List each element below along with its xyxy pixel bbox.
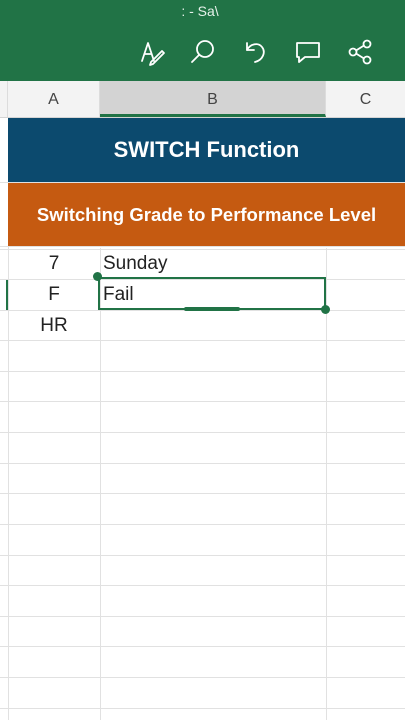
- banner-subtitle: Switching Grade to Performance Level: [8, 183, 405, 246]
- column-header-b[interactable]: B: [100, 81, 326, 117]
- share-icon[interactable]: [345, 37, 375, 67]
- cell-a-row-3[interactable]: HR: [8, 311, 100, 341]
- comment-icon[interactable]: [293, 37, 323, 67]
- cell-a-row-1[interactable]: 7: [8, 249, 100, 279]
- spreadsheet-grid[interactable]: SWITCH Function Switching Grade to Perfo…: [0, 118, 405, 720]
- selection-drag-bar[interactable]: [184, 307, 240, 311]
- undo-icon[interactable]: [240, 37, 270, 67]
- column-headers: A B C: [0, 81, 405, 118]
- cell-a-row-2[interactable]: F: [8, 280, 100, 310]
- active-row-marker: [6, 280, 8, 310]
- draw-pen-icon[interactable]: [136, 37, 166, 67]
- document-title: : - Sa\: [181, 3, 219, 19]
- banner-title: SWITCH Function: [8, 118, 405, 182]
- cell-b-row-1[interactable]: Sunday: [103, 249, 167, 279]
- selection-handle-top-left[interactable]: [93, 272, 102, 281]
- selection-handle-bottom-right[interactable]: [321, 305, 330, 314]
- search-icon[interactable]: [188, 37, 218, 67]
- cell-selection-box[interactable]: [98, 277, 326, 310]
- select-all-corner[interactable]: [0, 81, 8, 117]
- top-toolbar: : - Sa\: [0, 0, 405, 81]
- column-header-a[interactable]: A: [8, 81, 100, 117]
- column-header-c[interactable]: C: [326, 81, 405, 117]
